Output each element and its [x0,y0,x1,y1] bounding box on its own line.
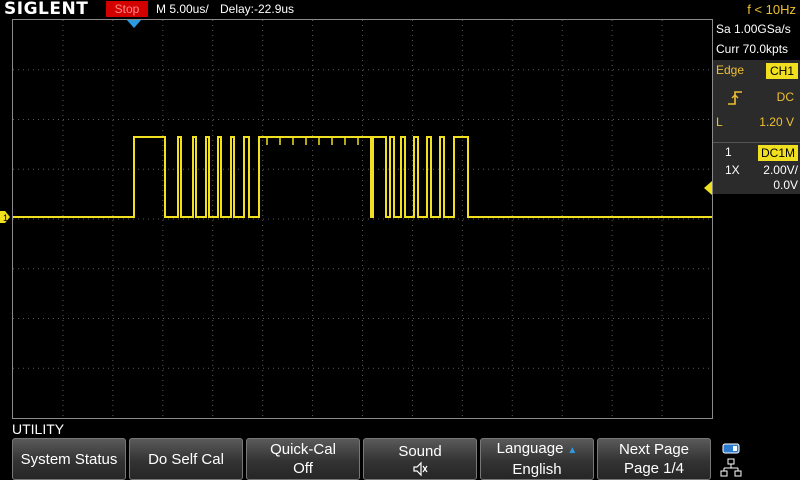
frequency-counter: f < 10Hz [747,2,796,17]
softkey-label: Language [496,440,564,457]
softkey-value: English [512,461,562,478]
vertical-scale: 2.00V/ [763,163,798,177]
quick-cal-button[interactable]: Quick-Cal Off [246,438,360,480]
timebase-readout: M 5.00us/ [156,2,209,16]
softkey-label: System Status [20,450,118,468]
vertical-offset: 0.0V [773,178,798,192]
trigger-type: Edge [716,63,745,77]
speaker-icon [364,461,476,477]
rising-edge-icon [728,91,742,105]
do-self-cal-button[interactable]: Do Self Cal [129,438,243,480]
softkey-bar: System Status Do Self Cal Quick-Cal Off … [12,438,713,480]
trigger-coupling: DC [776,90,794,104]
up-arrow-icon: ▲ [567,445,578,456]
softkey-label: Next Page [618,441,690,458]
softkey-label: Do Self Cal [148,450,224,468]
right-info-panel: Sa 1.00GSa/s Curr 70.0kpts Edge CH1 DC L… [713,19,800,419]
channel-number: 1 [725,145,732,159]
softkey-value: Off [293,460,313,477]
status-icons [718,440,800,480]
softkey-value: Page 1/4 [623,460,685,477]
run-stop-status[interactable]: Stop [106,1,148,17]
menu-title: UTILITY [12,421,65,437]
top-status-bar: SIGLENT Stop M 5.00us/ Delay:-22.9us f <… [0,0,800,19]
system-status-button[interactable]: System Status [12,438,126,480]
network-icon [720,458,742,477]
channel1-info-box[interactable]: 1 DC1M 1X 2.00V/ 0.0V [713,142,800,194]
trigger-info-box[interactable]: Edge CH1 DC L 1.20 V [713,60,800,150]
channel-coupling: DC1M [758,145,798,161]
probe-attenuation: 1X [725,163,740,177]
usb-icon [722,443,740,454]
graticule [13,20,712,418]
next-page-button[interactable]: Next Page Page 1/4 [597,438,711,480]
trigger-level-marker[interactable] [704,181,712,195]
sample-rate: Sa 1.00GSa/s [716,22,791,36]
brand-logo: SIGLENT [4,0,89,19]
channel1-marker[interactable]: 1 [0,211,10,223]
language-button[interactable]: Language ▲ English [480,438,594,480]
channel1-marker-label: 1 [3,213,8,223]
trigger-level-label: L [716,115,723,129]
delay-readout: Delay:-22.9us [220,2,295,16]
sound-button[interactable]: Sound [363,438,477,480]
memory-depth: Curr 70.0kpts [716,42,789,56]
trigger-level-value: 1.20 V [759,115,794,129]
softkey-label: Sound [398,442,442,460]
trigger-source: CH1 [766,63,798,79]
waveform-display[interactable] [12,19,713,419]
softkey-label: Quick-Cal [270,441,336,458]
